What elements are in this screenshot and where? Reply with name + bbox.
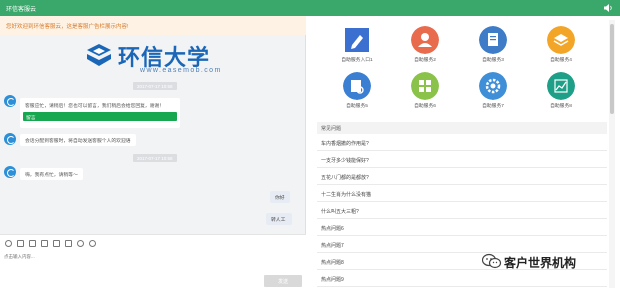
clipboard-icon[interactable] <box>41 240 48 247</box>
composer: 发送 <box>0 234 306 289</box>
agent-message: 客服应忙，请稍后！您也可以留言，我们稍后会给您回复，谢谢！ 留言 <box>20 98 180 128</box>
service-item[interactable]: 自助服务8 <box>539 72 583 112</box>
watermark-text: 客户世界机构 <box>504 256 577 270</box>
wechat-icon <box>482 253 502 269</box>
toolbar <box>5 240 96 248</box>
service-item[interactable]: 自助服务6 <box>403 72 447 112</box>
service-item[interactable]: 自助服务5 <box>335 72 379 112</box>
service-label: 自助服务7 <box>482 104 504 109</box>
timestamp: 2017-07-17 10:58 <box>133 154 177 162</box>
chart-icon <box>547 72 575 100</box>
faq-item[interactable]: 车内香烟撤的作用是? <box>317 135 607 151</box>
brand-url: www.easemob.com <box>140 67 222 74</box>
user-icon <box>411 26 439 54</box>
user-message: 转人工 <box>266 213 292 225</box>
brand-banner: 环信大学 www.easemob.com <box>84 40 244 80</box>
attachment-icon[interactable] <box>29 240 36 247</box>
service-item[interactable]: 自助服务入口1 <box>335 26 379 66</box>
agent-avatar <box>4 95 16 107</box>
service-item[interactable]: 自助服务7 <box>471 72 515 112</box>
service-item[interactable]: 自助服务4 <box>539 26 583 66</box>
window-title: 环信客服云 <box>6 7 37 13</box>
grid-icon <box>411 72 439 100</box>
faq-item[interactable]: 热点问题9 <box>317 271 607 287</box>
emoji-icon[interactable] <box>5 240 12 247</box>
faq-item[interactable]: 一支牙多少钱能保好? <box>317 152 607 168</box>
layers-icon <box>547 26 575 54</box>
image-icon[interactable] <box>17 240 24 247</box>
search-doc-icon <box>343 72 371 100</box>
headset-icon[interactable] <box>89 240 96 247</box>
service-label: 自助服务5 <box>346 104 368 109</box>
service-label: 自助服务入口1 <box>341 58 373 63</box>
service-panel: 自助服务入口1 自助服务2 自助服务3 自助服务4 自助服务5 自助服务6 自助服务7 自助服… <box>307 16 620 289</box>
notice-bar: 您好欢迎到环信客服云，这是客服广告栏展示内容! <box>0 16 306 35</box>
agent-avatar <box>4 166 16 178</box>
service-label: 自助服务3 <box>482 58 504 63</box>
video-icon[interactable] <box>53 240 60 247</box>
service-label: 自助服务8 <box>550 104 572 109</box>
scrollbar-thumb[interactable] <box>610 24 614 114</box>
user-message: 你好 <box>270 191 290 203</box>
service-label: 自助服务4 <box>550 58 572 63</box>
agent-message: 嗨，我有点忙，请稍等～ <box>20 168 83 180</box>
leave-message-button[interactable]: 留言 <box>23 112 177 121</box>
agent-message: 会话分配到客服时，将自动发送客服个人的欢迎语 <box>20 134 136 146</box>
document-icon <box>479 26 507 54</box>
timestamp: 2017-07-17 10:58 <box>133 82 177 90</box>
scrollbar[interactable] <box>609 20 615 288</box>
faq-item[interactable]: 热点问题7 <box>317 237 607 253</box>
faq-header: 常见问题 <box>317 122 607 134</box>
message-text: 客服应忙，请稍后！您也可以留言，我们稍后会给您回复，谢谢！ <box>25 104 165 109</box>
send-button[interactable]: 发送 <box>264 275 302 287</box>
logo-mark <box>87 44 111 66</box>
gear-icon <box>479 72 507 100</box>
service-item[interactable]: 自助服务2 <box>403 26 447 66</box>
service-label: 自助服务2 <box>414 58 436 63</box>
message-input[interactable] <box>4 251 294 261</box>
service-label: 自助服务6 <box>414 104 436 109</box>
faq-item[interactable]: 热点问题6 <box>317 220 607 236</box>
agent-avatar <box>4 133 16 145</box>
evaluate-icon[interactable] <box>77 240 84 247</box>
chat-panel: 您好欢迎到环信客服云，这是客服广告栏展示内容! 环信大学 www.easemob… <box>0 16 306 289</box>
screen-icon[interactable] <box>65 240 72 247</box>
service-item[interactable]: 自助服务3 <box>471 26 515 66</box>
title-bar: 环信客服云 <box>0 0 620 16</box>
faq-item[interactable]: 什么叫五大三粗? <box>317 203 607 219</box>
faq-item[interactable]: 五花八门都的是都放? <box>317 169 607 185</box>
volume-icon[interactable] <box>603 3 613 13</box>
faq-item[interactable]: 十二生肖为什么没有猫 <box>317 186 607 202</box>
pencil-icon <box>345 28 369 52</box>
